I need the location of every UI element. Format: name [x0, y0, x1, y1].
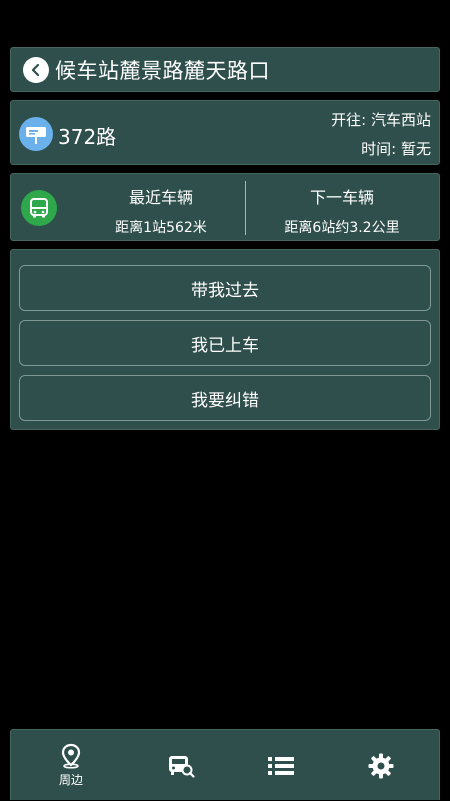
report-error-button[interactable]: 我要纠错: [19, 375, 431, 421]
nav-item-nearby[interactable]: 周边: [21, 730, 121, 801]
route-number: 372路: [58, 125, 117, 149]
actions-card: 带我过去 我已上车 我要纠错: [10, 249, 440, 430]
bus-icon: [21, 190, 57, 226]
bottom-nav: 周边: [10, 729, 440, 800]
next-vehicle-title: 下一车辆: [309, 188, 374, 207]
route-time: 时间: 暂无: [361, 140, 431, 158]
route-info-card: 372路 开往: 汽车西站 时间: 暂无: [10, 100, 440, 165]
nearest-vehicle-title: 最近车辆: [128, 188, 193, 207]
nav-label-nearby: 周边: [58, 773, 83, 787]
bus-search-icon: [169, 755, 195, 778]
gear-icon: [368, 753, 394, 778]
back-button[interactable]: [23, 56, 49, 83]
page-title: 候车站麓景路麓天路口: [55, 58, 270, 83]
header-bar: 候车站麓景路麓天路口: [10, 47, 440, 92]
next-vehicle-distance: 距离6站约3.2公里: [284, 220, 400, 236]
bus-stop-sign-icon: [19, 117, 53, 151]
nav-item-list[interactable]: [231, 730, 331, 801]
nearest-vehicle-distance: 距离1站562米: [115, 220, 207, 236]
route-destination: 开往: 汽车西站: [331, 111, 431, 129]
chevron-left-icon: [31, 63, 40, 76]
list-icon: [268, 756, 294, 775]
next-vehicle: 下一车辆 距离6站约3.2公里: [247, 174, 437, 242]
nav-item-settings[interactable]: [331, 730, 431, 801]
nav-item-bus-search[interactable]: [131, 730, 231, 801]
vehicle-divider: [245, 181, 246, 235]
map-pin-icon: [61, 743, 81, 769]
take-me-there-button[interactable]: 带我过去: [19, 265, 431, 311]
vehicle-status-card: 最近车辆 距离1站562米 下一车辆 距离6站约3.2公里: [10, 173, 440, 241]
boarded-button[interactable]: 我已上车: [19, 320, 431, 366]
nearest-vehicle: 最近车辆 距离1站562米: [69, 174, 253, 242]
